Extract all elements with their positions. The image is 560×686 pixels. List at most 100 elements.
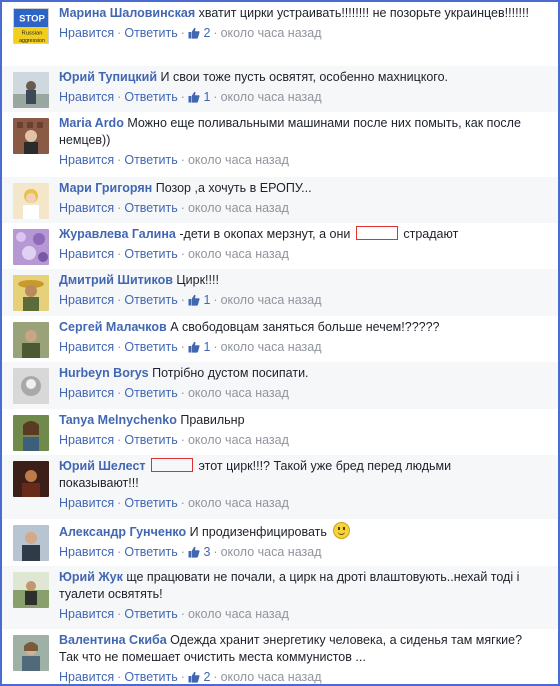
comment: Александр Гунченко И продизенфицировать … (2, 519, 558, 566)
separator: · (180, 496, 185, 510)
comment-author[interactable]: Tanya Melnychenko (59, 413, 177, 427)
avatar-photo (13, 415, 49, 451)
like-count[interactable]: 1 (188, 90, 210, 104)
comment: Юрий Жук ще працювати не почали, а цирк … (2, 566, 558, 629)
avatar[interactable] (13, 525, 49, 561)
comment-author[interactable]: Юрий Тупицкий (59, 70, 157, 84)
separator: · (117, 607, 122, 621)
comment-text: Позор ,а хочуть в ЕРОПУ... (155, 181, 312, 195)
reply-button[interactable]: Ответить (124, 26, 177, 40)
comment-actions: Нравится · Ответить · около часа назад (59, 494, 529, 512)
separator: · (117, 496, 122, 510)
comment-author[interactable]: Maria Ardo (59, 116, 124, 130)
reply-button[interactable]: Ответить (124, 201, 177, 215)
comment-text-block: Марина Шаловинская хватит цирки устраива… (59, 5, 529, 22)
avatar[interactable] (13, 368, 49, 404)
like-button[interactable]: Нравится (59, 496, 114, 510)
timestamp[interactable]: около часа назад (221, 340, 322, 354)
comment-text: страдают (403, 227, 459, 241)
avatar[interactable] (13, 461, 49, 497)
comment-author[interactable]: Сергей Малачков (59, 320, 167, 334)
separator: · (117, 545, 122, 559)
timestamp[interactable]: около часа назад (188, 496, 289, 510)
timestamp[interactable]: около часа назад (188, 607, 289, 621)
avatar[interactable] (13, 183, 49, 219)
like-button[interactable]: Нравится (59, 340, 114, 354)
comment-actions: Нравится · Ответить · около часа назад (59, 151, 529, 169)
separator: · (213, 293, 218, 307)
timestamp[interactable]: около часа назад (221, 26, 322, 40)
avatar[interactable] (13, 572, 49, 608)
like-count[interactable]: 2 (188, 26, 210, 40)
timestamp[interactable]: около часа назад (188, 386, 289, 400)
timestamp[interactable]: около часа назад (188, 247, 289, 261)
timestamp[interactable]: около часа назад (188, 201, 289, 215)
avatar-photo (13, 635, 49, 671)
reply-button[interactable]: Ответить (124, 496, 177, 510)
avatar[interactable] (13, 415, 49, 451)
like-count[interactable]: 2 (188, 670, 210, 684)
timestamp[interactable]: около часа назад (188, 153, 289, 167)
comments-panel: STOP Russian aggression Марина Шаловинск… (0, 0, 560, 686)
avatar[interactable]: STOP Russian aggression (13, 8, 49, 44)
like-button[interactable]: Нравится (59, 247, 114, 261)
avatar[interactable] (13, 72, 49, 108)
reply-button[interactable]: Ответить (124, 247, 177, 261)
comment-text-block: Юрий Шелест этот цирк!!!? Такой уже бред… (59, 458, 529, 492)
like-count[interactable]: 3 (188, 545, 210, 559)
like-button[interactable]: Нравится (59, 293, 114, 307)
comment-text-block: Юрий Тупицкий И свои тоже пусть освятят,… (59, 69, 529, 86)
avatar[interactable] (13, 322, 49, 358)
timestamp[interactable]: около часа назад (221, 545, 322, 559)
comment-author[interactable]: Юрий Шелест (59, 459, 146, 473)
reply-button[interactable]: Ответить (124, 153, 177, 167)
timestamp[interactable]: около часа назад (221, 90, 322, 104)
like-button[interactable]: Нравится (59, 153, 114, 167)
avatar-photo (13, 183, 49, 219)
comment-text: Потрібно дустом посипати. (152, 366, 309, 380)
timestamp[interactable]: около часа назад (221, 293, 322, 307)
comment-actions: Нравится · Ответить · около часа назад (59, 605, 529, 623)
like-button[interactable]: Нравится (59, 201, 114, 215)
comment-author[interactable]: Мари Григорян (59, 181, 152, 195)
timestamp[interactable]: около часа назад (221, 670, 322, 684)
like-button[interactable]: Нравится (59, 386, 114, 400)
comment-actions: Нравится · Ответить · 2 · около часа назад (59, 668, 529, 684)
reply-button[interactable]: Ответить (124, 607, 177, 621)
reply-button[interactable]: Ответить (124, 386, 177, 400)
avatar[interactable] (13, 229, 49, 265)
like-button[interactable]: Нравится (59, 670, 114, 684)
comment-author[interactable]: Журавлева Галина (59, 227, 176, 241)
comment-author[interactable]: Марина Шаловинская (59, 6, 195, 20)
like-count[interactable]: 1 (188, 293, 210, 307)
comment-author[interactable]: Дмитрий Шитиков (59, 273, 173, 287)
comment-text-block: Сергей Малачков А свободовцам заняться б… (59, 319, 529, 336)
reply-button[interactable]: Ответить (124, 90, 177, 104)
comment: Maria Ardo Можно еще поливальными машина… (2, 112, 558, 177)
comment-author[interactable]: Юрий Жук (59, 570, 123, 584)
separator: · (180, 90, 185, 104)
reply-button[interactable]: Ответить (124, 293, 177, 307)
like-button[interactable]: Нравится (59, 607, 114, 621)
like-button[interactable]: Нравится (59, 90, 114, 104)
like-button[interactable]: Нравится (59, 433, 114, 447)
comment-text: ще працювати не почали, а цирк на дроті … (59, 570, 520, 601)
like-count[interactable]: 1 (188, 340, 210, 354)
avatar[interactable] (13, 118, 49, 154)
stop-russian-aggression-badge: STOP Russian aggression (14, 9, 48, 43)
like-button[interactable]: Нравится (59, 26, 114, 40)
reply-button[interactable]: Ответить (124, 340, 177, 354)
reply-button[interactable]: Ответить (124, 670, 177, 684)
comment-author[interactable]: Валентина Скиба (59, 633, 167, 647)
timestamp[interactable]: около часа назад (188, 433, 289, 447)
comment-author[interactable]: Александр Гунченко (59, 525, 186, 539)
reply-button[interactable]: Ответить (124, 433, 177, 447)
comment: Hurbeyn Borys Потрібно дустом посипати. … (2, 362, 558, 409)
avatar[interactable] (13, 635, 49, 671)
avatar[interactable] (13, 275, 49, 311)
comment-author[interactable]: Hurbeyn Borys (59, 366, 149, 380)
separator: · (117, 293, 122, 307)
reply-button[interactable]: Ответить (124, 545, 177, 559)
like-button[interactable]: Нравится (59, 545, 114, 559)
comment-text-block: Дмитрий Шитиков Цирк!!!! (59, 272, 529, 289)
